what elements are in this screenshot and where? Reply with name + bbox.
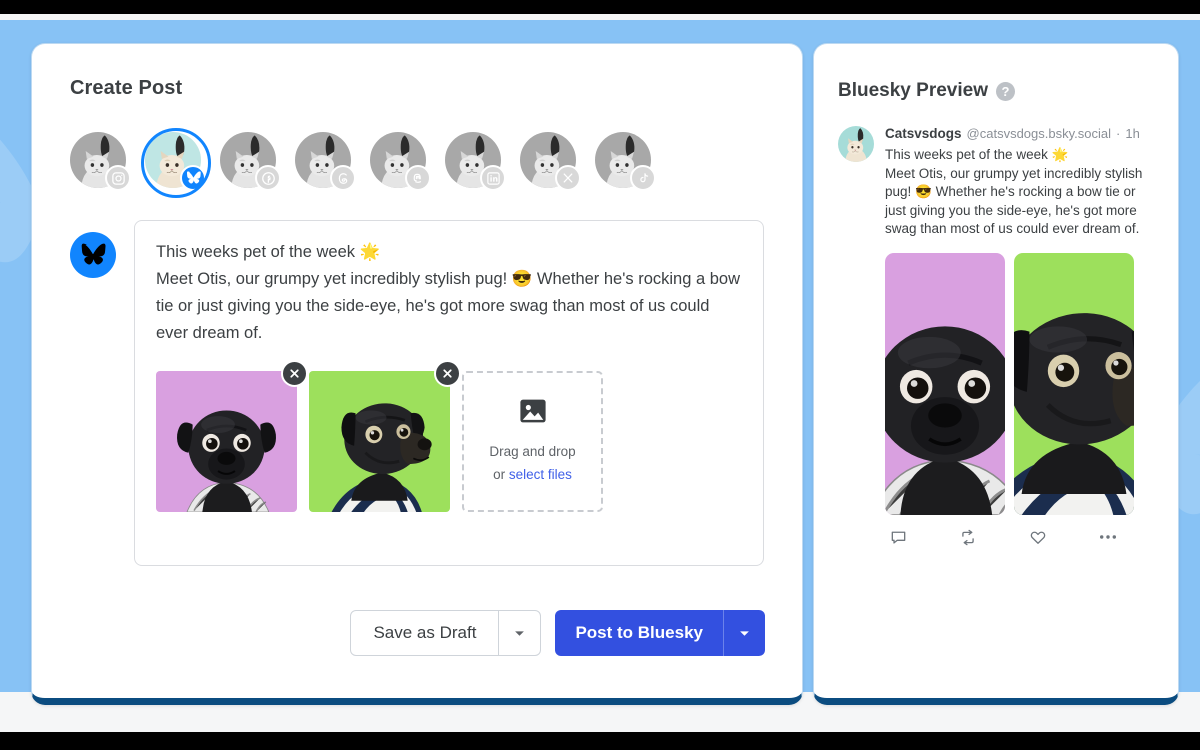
author-name[interactable]: Catsvsdogs xyxy=(885,126,962,141)
repost-icon[interactable] xyxy=(959,529,977,546)
post-separator: · xyxy=(1116,126,1121,141)
reply-icon[interactable] xyxy=(890,529,907,546)
save-as-draft-button[interactable]: Save as Draft xyxy=(350,610,542,656)
letterbox-bottom xyxy=(0,732,1200,750)
pug-photo-purple xyxy=(885,253,1005,515)
select-files-link[interactable]: select files xyxy=(509,467,572,482)
account-chip-tiktok[interactable] xyxy=(595,132,656,191)
more-options-icon[interactable] xyxy=(1099,534,1117,540)
image-placeholder-icon xyxy=(519,398,547,429)
preview-media-green[interactable] xyxy=(1014,252,1134,515)
preview-post-actions xyxy=(885,529,1154,546)
preview-media-purple[interactable] xyxy=(885,252,1005,515)
account-chip-x[interactable] xyxy=(520,132,581,191)
media-thumbnail-green xyxy=(309,371,450,512)
close-icon[interactable] xyxy=(434,360,461,387)
post-to-bluesky-dropdown[interactable] xyxy=(723,610,765,656)
media-attachments-row: Drag and drop or select files xyxy=(156,360,742,512)
facebook-icon xyxy=(255,165,281,191)
composer-area: This weeks pet of the week 🌟 Meet Otis, … xyxy=(70,220,764,566)
create-post-content: Create Post This weeks pet of the week 🌟… xyxy=(32,44,802,566)
help-circle-icon[interactable]: ? xyxy=(995,81,1015,101)
dropzone-line-1: Drag and drop xyxy=(489,444,576,459)
instagram-icon xyxy=(105,165,131,191)
media-attachment[interactable] xyxy=(156,360,308,512)
cat-avatar-icon xyxy=(838,126,874,162)
media-attachment[interactable] xyxy=(309,360,461,512)
close-icon[interactable] xyxy=(281,360,308,387)
preview-post: Catsvsdogs @catsvsdogs.bsky.social · 1h … xyxy=(838,126,1154,546)
preview-post-meta: Catsvsdogs @catsvsdogs.bsky.social · 1h xyxy=(885,126,1154,141)
account-chip-threads[interactable] xyxy=(295,132,356,191)
account-selector-row xyxy=(70,128,764,198)
bluesky-butterfly-icon xyxy=(70,232,116,278)
account-chip-instagram[interactable] xyxy=(70,132,131,191)
account-chip-mastodon[interactable] xyxy=(370,132,431,191)
tiktok-icon xyxy=(630,165,656,191)
save-as-draft-label: Save as Draft xyxy=(373,623,477,642)
chevron-down-icon xyxy=(740,630,749,636)
bluesky-preview-content: Bluesky Preview ? Catsvsdogs @catsvsdogs… xyxy=(814,44,1178,546)
post-to-bluesky-label: Post to Bluesky xyxy=(575,623,703,642)
pug-photo-purple xyxy=(156,371,297,512)
letterbox-top xyxy=(0,0,1200,14)
preview-media-row xyxy=(885,252,1154,515)
dropzone-prefix: or xyxy=(493,467,509,482)
create-post-card: Create Post This weeks pet of the week 🌟… xyxy=(31,43,803,705)
save-as-draft-dropdown[interactable] xyxy=(498,611,540,655)
preview-post-body: Catsvsdogs @catsvsdogs.bsky.social · 1h … xyxy=(885,126,1154,546)
page-title: Create Post xyxy=(70,77,183,99)
pug-photo-green xyxy=(1014,253,1134,515)
preview-post-text: This weeks pet of the week 🌟 Meet Otis, … xyxy=(885,147,1143,236)
bluesky-butterfly-icon xyxy=(180,165,206,191)
screenshot-root: Create Post This weeks pet of the week 🌟… xyxy=(0,0,1200,750)
account-chip-linkedin[interactable] xyxy=(445,132,506,191)
account-chip-facebook[interactable] xyxy=(220,132,281,191)
author-handle[interactable]: @catsvsdogs.bsky.social xyxy=(967,126,1111,141)
chevron-down-icon xyxy=(515,630,525,636)
preview-header: Bluesky Preview ? xyxy=(838,80,1154,102)
linkedin-icon xyxy=(480,165,506,191)
threads-icon xyxy=(330,165,356,191)
media-thumbnail-purple xyxy=(156,371,297,512)
post-text-input[interactable]: This weeks pet of the week 🌟 Meet Otis, … xyxy=(156,239,742,347)
x-icon xyxy=(555,165,581,191)
footer-actions: Save as Draft Post to Bluesky xyxy=(350,610,765,656)
like-icon[interactable] xyxy=(1029,529,1047,546)
post-timestamp: 1h xyxy=(1125,126,1140,141)
mastodon-icon xyxy=(405,165,431,191)
post-to-bluesky-button[interactable]: Post to Bluesky xyxy=(555,610,765,656)
avatar[interactable] xyxy=(838,126,874,162)
preview-title: Bluesky Preview xyxy=(838,80,988,101)
dropzone-line-2: or select files xyxy=(493,465,572,485)
account-chip-bluesky[interactable] xyxy=(141,128,211,198)
pug-photo-green xyxy=(309,371,450,512)
post-composer[interactable]: This weeks pet of the week 🌟 Meet Otis, … xyxy=(134,220,764,566)
file-dropzone[interactable]: Drag and drop or select files xyxy=(462,371,603,512)
bluesky-preview-card: Bluesky Preview ? Catsvsdogs @catsvsdogs… xyxy=(813,43,1179,705)
